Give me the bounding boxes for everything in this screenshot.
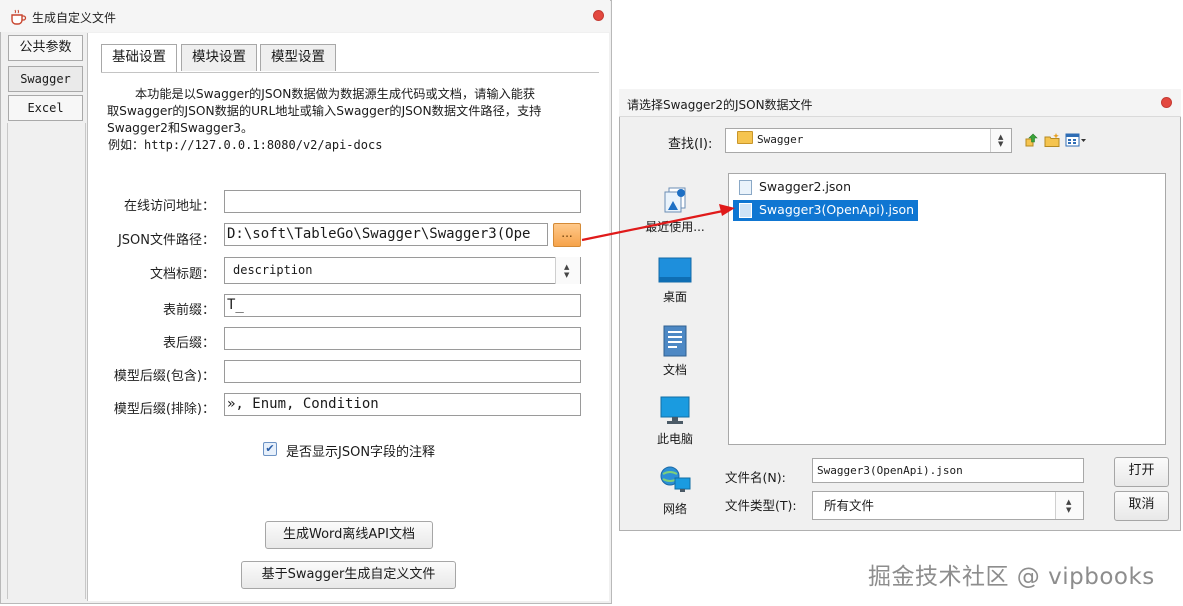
screenshot-stage: 生成自定义文件 公共参数 Swagger Excel 基础设置 模块设置 模型设… — [0, 0, 1183, 606]
annotation-arrow — [581, 204, 735, 242]
watermark: 掘金技术社区 @ vipbooks — [868, 564, 1155, 590]
